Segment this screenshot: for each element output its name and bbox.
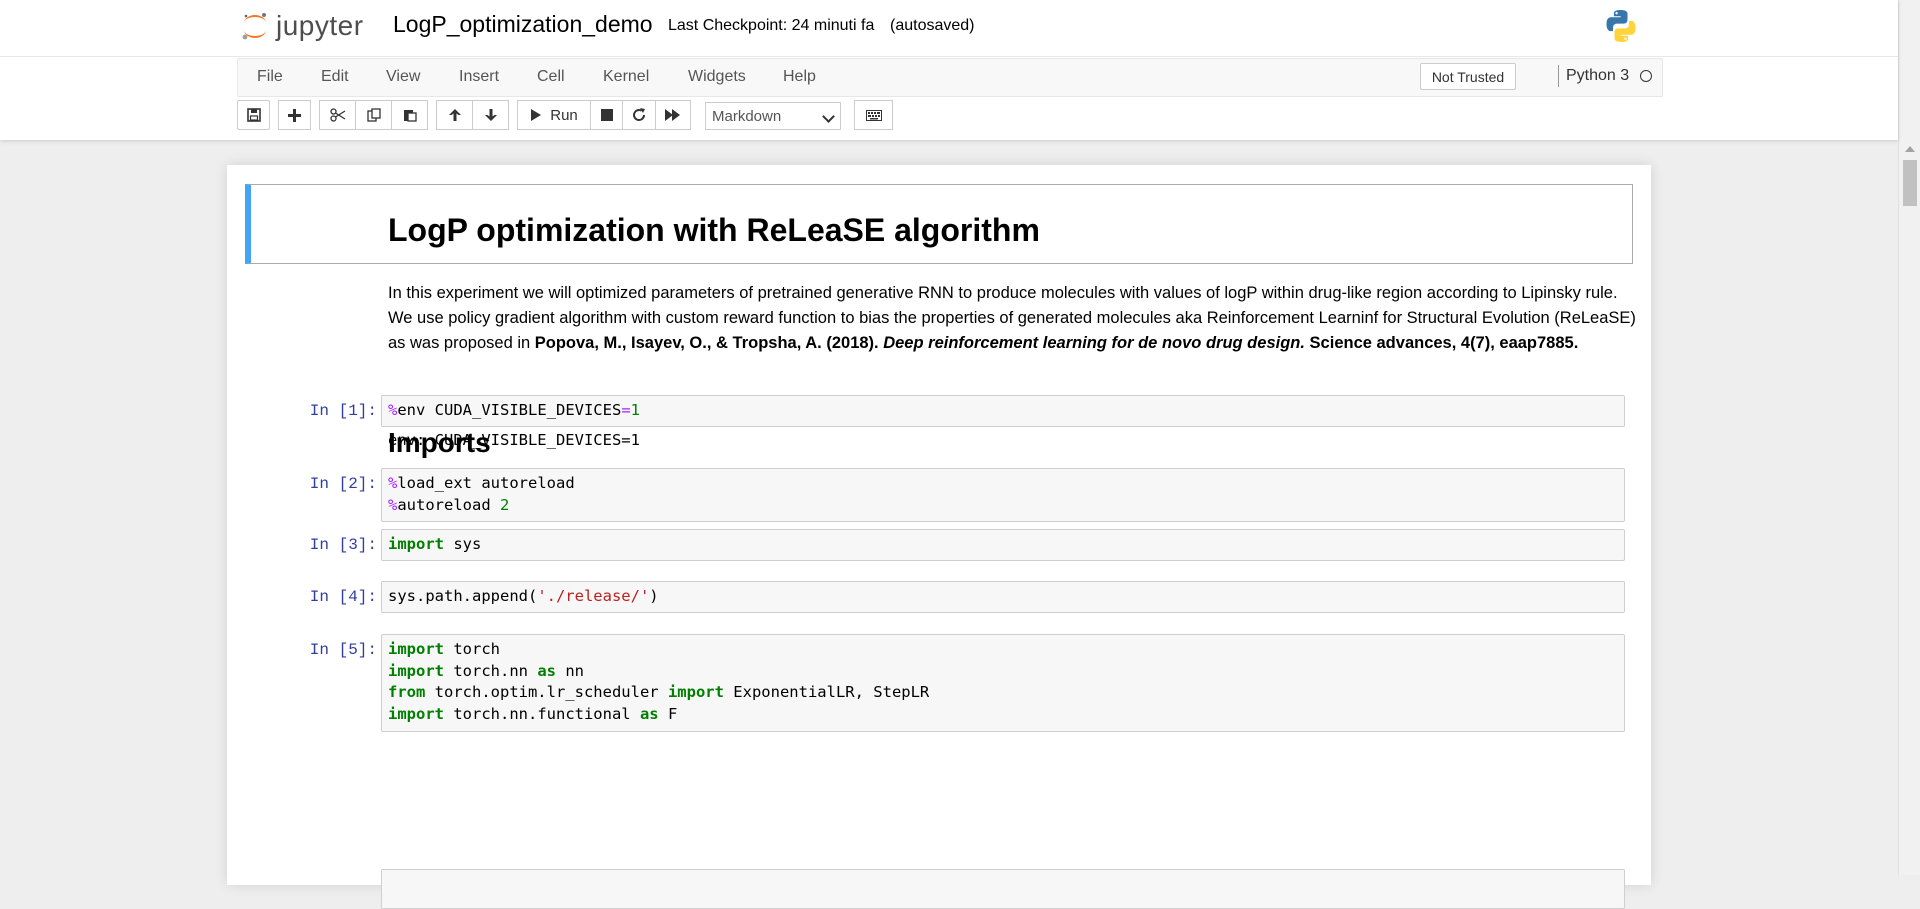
- cut-icon: [329, 108, 345, 122]
- copy-button[interactable]: [355, 100, 392, 130]
- code-cell-input[interactable]: sys.path.append('./release/'): [381, 581, 1625, 613]
- jupyter-logo-icon: [242, 13, 266, 40]
- checkpoint-status: Last Checkpoint: 24 minuti fa: [668, 17, 875, 34]
- run-icon: [531, 109, 542, 121]
- cut-button[interactable]: [319, 100, 356, 130]
- menu-file[interactable]: File: [257, 68, 283, 86]
- save-icon: [246, 108, 261, 122]
- fast-forward-icon: [665, 109, 680, 121]
- citation-journal: Science advances, 4(7), eaap7885.: [1309, 334, 1579, 352]
- kernel-name[interactable]: Python 3: [1566, 67, 1629, 85]
- stop-icon: [600, 109, 613, 121]
- insert-cell-button[interactable]: [278, 100, 311, 130]
- autosave-status: (autosaved): [890, 17, 975, 34]
- menu-cell[interactable]: Cell: [537, 68, 565, 86]
- menu-insert[interactable]: Insert: [459, 68, 499, 86]
- notebook-title: LogP optimization with ReLeaSE algorithm: [388, 212, 1040, 248]
- menu-edit[interactable]: Edit: [321, 68, 349, 86]
- header-top-bar: jupyter LogP_optimization_demo Last Chec…: [0, 0, 1898, 57]
- cell-prompt: In [5]:: [309, 641, 377, 659]
- copy-icon: [366, 108, 381, 122]
- jupyter-logo-text: jupyter: [276, 10, 364, 41]
- code-text: import sys: [388, 535, 482, 553]
- intro-paragraph: In this experiment we will optimized par…: [388, 281, 1638, 356]
- run-label: Run: [550, 106, 578, 124]
- kernel-idle-indicator-icon: [1640, 70, 1652, 82]
- citation-authors: Popova, M., Isayev, O., & Tropsha, A. (2…: [534, 334, 879, 352]
- page-scrollbar[interactable]: [1898, 0, 1920, 875]
- scroll-up-arrow-icon[interactable]: [1905, 146, 1915, 152]
- cell-prompt: In [4]:: [309, 588, 377, 606]
- arrow-down-icon: [484, 109, 497, 121]
- arrow-up-icon: [448, 109, 461, 121]
- citation-title: Deep reinforcement learning for de novo …: [883, 334, 1305, 352]
- interrupt-button[interactable]: [590, 100, 623, 130]
- code-cell-input[interactable]: [381, 869, 1625, 909]
- paste-button[interactable]: [391, 100, 428, 130]
- keyboard-icon: [865, 109, 882, 121]
- code-cell-input[interactable]: import torch import torch.nn as nn from …: [381, 634, 1625, 732]
- menu-help[interactable]: Help: [783, 68, 816, 86]
- move-down-button[interactable]: [472, 100, 509, 130]
- save-button[interactable]: [237, 100, 270, 130]
- cell-type-value: Markdown: [712, 107, 782, 125]
- code-cell-input[interactable]: %env CUDA_VISIBLE_DEVICES=1: [381, 395, 1625, 427]
- kernel-separator: [1558, 65, 1559, 87]
- restart-button[interactable]: [622, 100, 656, 130]
- restart-icon: [633, 108, 646, 121]
- notebook-header: jupyter LogP_optimization_demo Last Chec…: [0, 0, 1898, 140]
- cell-prompt: In [3]:: [309, 536, 377, 554]
- cell-output: env: CUDA_VISIBLE_DEVICES=1: [388, 431, 640, 449]
- cell-prompt: In [1]:: [309, 402, 377, 420]
- restart-run-all-button[interactable]: [655, 100, 691, 130]
- menu-view[interactable]: View: [386, 68, 420, 86]
- run-button[interactable]: Run: [517, 100, 591, 130]
- code-cell-input[interactable]: import sys: [381, 529, 1625, 561]
- code-text: sys.path.append('./release/'): [388, 587, 659, 605]
- code-text: %env CUDA_VISIBLE_DEVICES=1: [388, 401, 640, 419]
- code-cell-input[interactable]: %load_ext autoreload %autoreload 2: [381, 468, 1625, 522]
- jupyter-logo[interactable]: jupyter: [240, 8, 364, 44]
- menu-widgets[interactable]: Widgets: [688, 68, 746, 86]
- menu-kernel[interactable]: Kernel: [603, 68, 649, 86]
- cell-type-select[interactable]: Markdown: [705, 102, 841, 130]
- python-logo-icon: [1606, 10, 1636, 42]
- scroll-thumb[interactable]: [1903, 160, 1917, 206]
- chevron-down-icon: [822, 110, 835, 123]
- plus-icon: [288, 108, 301, 122]
- move-up-button[interactable]: [436, 100, 473, 130]
- command-palette-button[interactable]: [854, 100, 893, 130]
- notebook-name[interactable]: LogP_optimization_demo: [393, 11, 653, 38]
- code-text: import torch import torch.nn as nn from …: [388, 640, 930, 723]
- trust-button[interactable]: Not Trusted: [1420, 63, 1516, 90]
- cell-prompt: In [2]:: [309, 475, 377, 493]
- notebook-container: LogP optimization with ReLeaSE algorithm…: [227, 165, 1651, 909]
- code-text: %load_ext autoreload %autoreload 2: [388, 474, 575, 514]
- paste-icon: [403, 110, 417, 122]
